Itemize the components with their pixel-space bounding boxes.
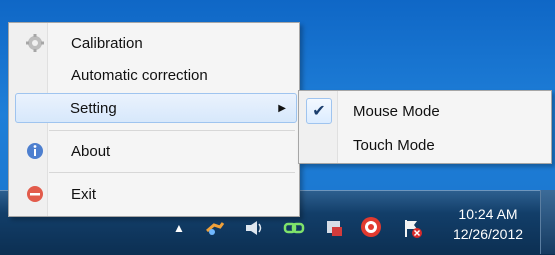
submenu-arrow-icon: ▶ — [278, 102, 286, 114]
submenu-item-touch-mode[interactable]: Touch Mode — [301, 129, 549, 161]
gear-icon — [25, 33, 45, 53]
menu-item-calibration[interactable]: Calibration — [11, 29, 297, 57]
caret-up-icon: ▲ — [173, 221, 185, 235]
show-hidden-icons-button[interactable]: ▲ — [172, 221, 186, 235]
chain-link-icon — [283, 222, 305, 234]
menu-item-about[interactable]: About — [11, 137, 297, 165]
volume-tray-icon[interactable] — [242, 216, 266, 240]
menu-separator — [49, 172, 295, 173]
disconnected-network-icon — [327, 221, 342, 236]
exit-icon — [25, 184, 45, 204]
target-icon — [361, 217, 381, 237]
submenu-item-label: Mouse Mode — [353, 102, 440, 120]
system-clock[interactable]: 10:24 AM 12/26/2012 — [436, 204, 540, 244]
context-menu: Calibration Automatic correction Setting… — [8, 22, 300, 217]
info-icon — [25, 141, 45, 161]
menu-item-label: Exit — [71, 185, 97, 203]
flag-with-x-icon — [405, 220, 422, 238]
menu-item-label: About — [71, 142, 111, 160]
action-center-tray-icon[interactable] — [400, 216, 424, 240]
antivirus-tray-icon[interactable] — [358, 214, 384, 240]
connection-tray-icon[interactable] — [322, 216, 346, 240]
submenu-item-label: Touch Mode — [353, 136, 435, 154]
clock-date: 12/26/2012 — [452, 226, 524, 242]
submenu-item-mouse-mode[interactable]: ✔ Mouse Mode — [301, 95, 549, 127]
touch-driver-icon — [206, 222, 225, 235]
menu-item-label: Calibration — [71, 34, 143, 52]
menu-separator — [49, 130, 295, 131]
menu-item-label: Automatic correction — [71, 66, 208, 84]
menu-item-exit[interactable]: Exit — [11, 180, 297, 208]
touch-driver-tray-icon[interactable] — [203, 216, 227, 240]
clock-time: 10:24 AM — [458, 206, 518, 222]
menu-item-automatic-correction[interactable]: Automatic correction — [11, 61, 297, 89]
menu-item-label: Setting — [70, 99, 117, 117]
setting-submenu: ✔ Mouse Mode Touch Mode — [298, 90, 552, 164]
menu-item-setting[interactable]: Setting ▶ — [15, 93, 297, 123]
show-desktop-button[interactable] — [540, 190, 555, 254]
checkmark-icon: ✔ — [306, 98, 332, 124]
speaker-icon — [246, 221, 262, 235]
network-tray-icon[interactable] — [282, 216, 306, 240]
